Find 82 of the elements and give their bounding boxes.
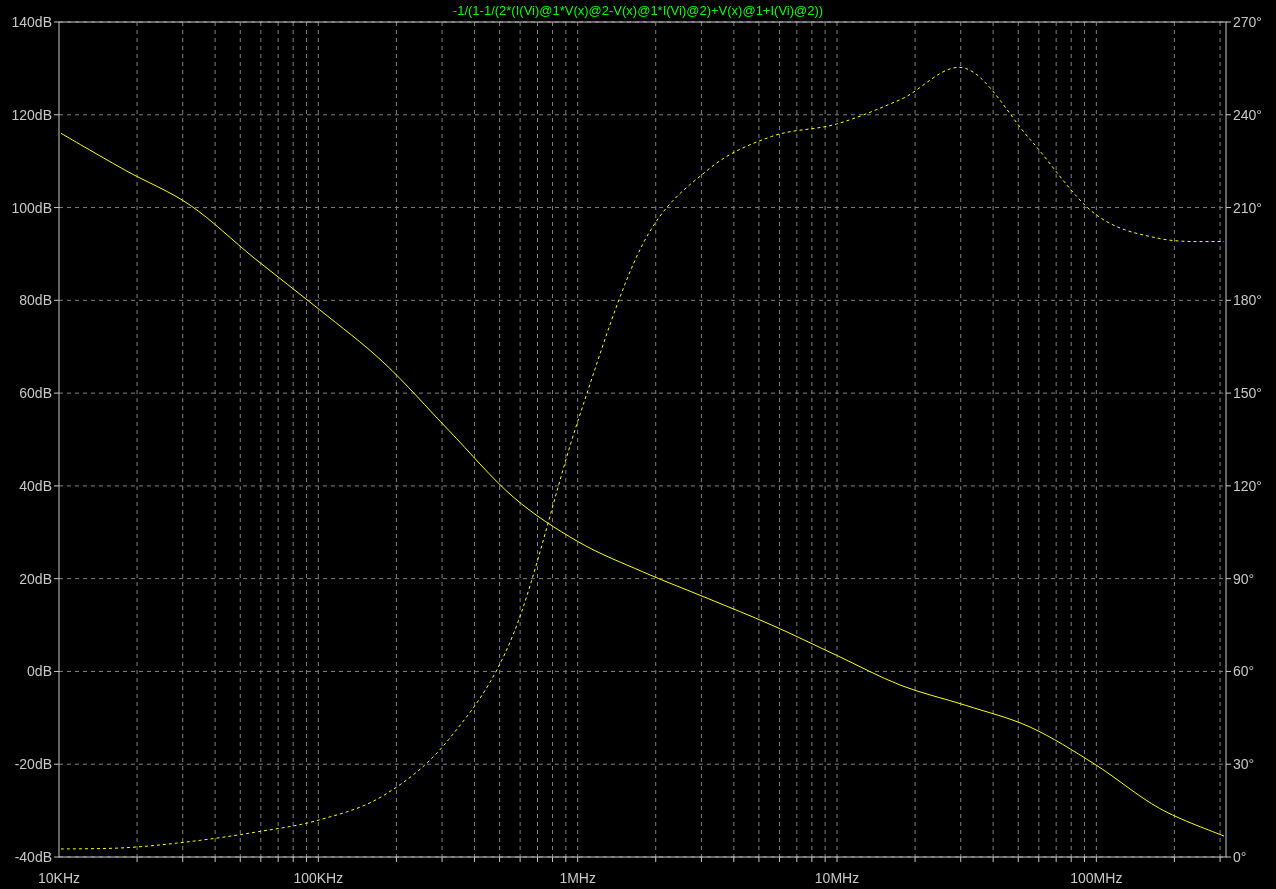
tick-mark [1038,856,1040,863]
y-axis-label: 40dB [19,477,52,494]
tick-mark [53,114,60,116]
y-axis-label: 140dB [11,14,52,30]
tick-mark [914,856,916,863]
tick-mark [395,856,397,863]
x-axis-label: 10KHz [38,870,80,886]
x-axis-label: 100MHz [1070,870,1123,886]
y-axis-label: 20dB [19,570,52,587]
tick-mark [53,763,60,765]
tick-mark [1173,856,1175,863]
y-axis-label: 270° [1233,14,1262,30]
tick-mark [239,856,241,863]
tick-mark [1225,763,1232,765]
chart-title: -1/(1-1/(2*(I(Vi)@1*V(x)@2-V(x)@1*I(Vi)@2)+V(x)@1+I(Vi)@2)) [452,3,824,18]
y-axis-label: -20dB [14,756,52,773]
tick-mark [700,856,702,863]
tick-mark [733,856,735,863]
y-axis-label: 210° [1233,199,1262,216]
tick-mark [441,856,443,863]
tick-mark [1225,21,1232,23]
tick-mark [836,856,838,863]
tick-mark [1225,207,1232,209]
y-axis-label: 150° [1233,385,1262,402]
tick-mark [552,856,554,863]
y-axis-label: -40dB [14,849,52,865]
tick-mark [317,856,319,863]
tick-mark [53,21,60,23]
tick-mark [796,856,798,863]
tick-mark [53,856,60,858]
tick-mark [758,856,760,863]
x-axis-label: 10MHz [814,870,860,886]
tick-mark [1225,670,1232,672]
tick-mark [1225,392,1232,394]
tick-mark [1225,299,1232,301]
y-axis-label: 90° [1233,570,1255,587]
tick-mark [305,856,307,863]
tick-mark [1055,856,1057,863]
y-axis-label: 120° [1233,477,1262,494]
y-axis-label: 180° [1233,292,1262,309]
tick-mark [53,578,60,580]
y-axis-label: 120dB [11,106,52,123]
tick-mark [214,856,216,863]
tick-mark [811,856,813,863]
tick-mark [53,207,60,209]
tick-mark [565,856,567,863]
tick-mark [1083,856,1085,863]
y-axis-label: 0° [1233,849,1247,865]
tick-mark [1225,114,1232,116]
x-axis-label: 100KHz [293,870,344,886]
tick-mark [136,856,138,863]
tick-mark [1225,485,1232,487]
y-axis-label: 0dB [27,663,52,680]
tick-mark [53,670,60,672]
tick-mark [292,856,294,863]
tick-mark [519,856,521,863]
tick-mark [473,856,475,863]
tick-mark [824,856,826,863]
tick-mark [182,856,184,863]
tick-mark [1225,578,1232,580]
y-axis-label: 60dB [19,385,52,402]
x-axis-label: 1MHz [559,870,596,886]
tick-mark [499,856,501,863]
tick-mark [1070,856,1072,863]
tick-mark [577,856,579,863]
tick-mark [53,485,60,487]
tick-mark [260,856,262,863]
tick-mark [1017,856,1019,863]
tick-mark [53,392,60,394]
tick-mark [277,856,279,863]
tick-mark [537,856,538,863]
tick-mark [778,856,780,863]
tick-mark [53,299,60,301]
y-axis-label: 240° [1233,106,1262,123]
tick-mark [655,856,657,863]
y-axis-label: 30° [1233,756,1255,773]
y-axis-label: 80dB [19,292,52,309]
tick-mark [992,856,994,863]
y-axis-label: 100dB [11,199,52,216]
y-axis-label: 60° [1233,663,1255,680]
tick-mark [960,856,962,863]
tick-mark [1095,856,1097,863]
